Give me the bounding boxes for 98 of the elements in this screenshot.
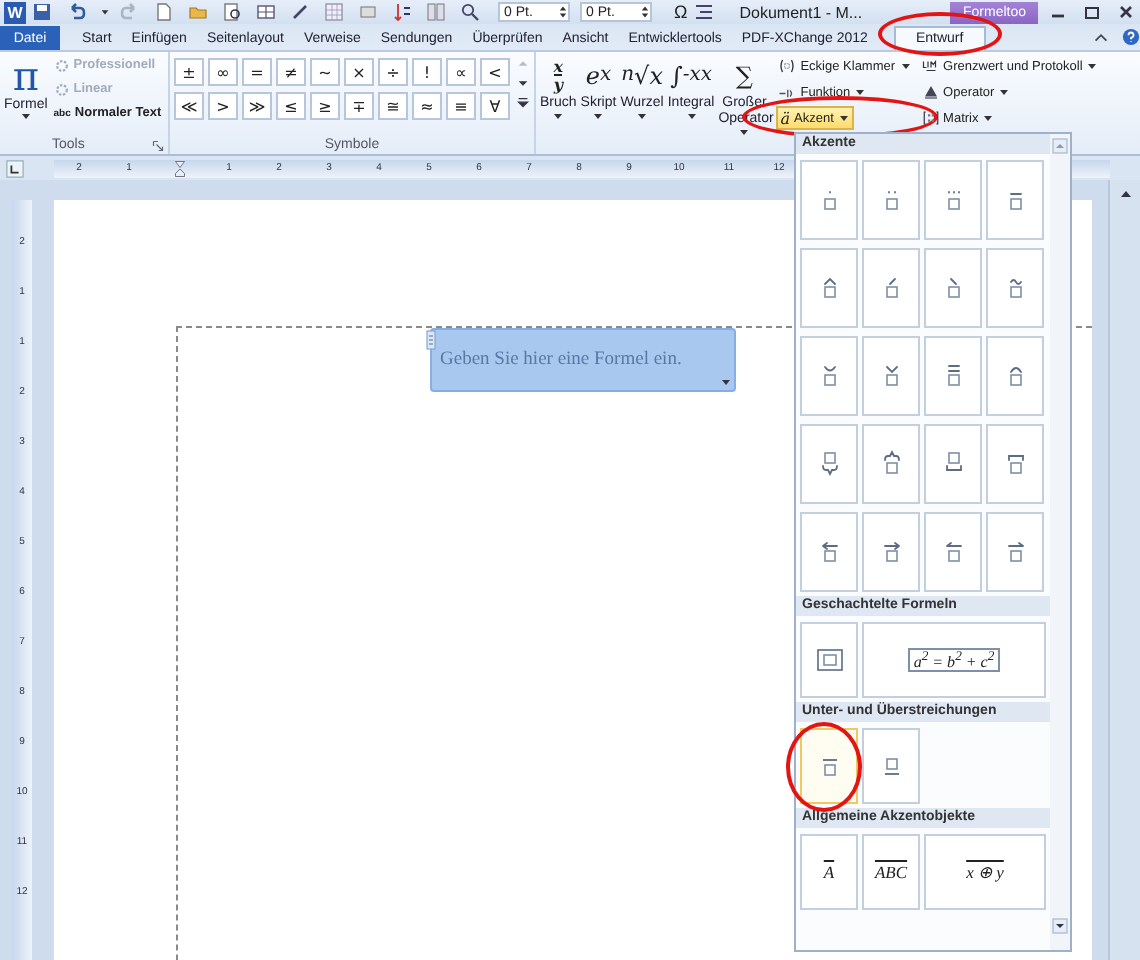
caret-icon bbox=[19, 112, 32, 120]
window-title: Dokument1 - M... bbox=[739, 3, 863, 21]
gallery-tile[interactable] bbox=[862, 424, 920, 504]
symbol-button[interactable]: ∀ bbox=[480, 92, 510, 120]
symbol-button[interactable]: ≠ bbox=[276, 58, 306, 86]
symbol-button[interactable]: ∝ bbox=[446, 58, 476, 86]
limit-icon bbox=[921, 58, 940, 74]
symbol-button[interactable]: ≥ bbox=[310, 92, 340, 120]
gallery-tile[interactable] bbox=[800, 512, 858, 592]
gallery-tile[interactable] bbox=[986, 424, 1044, 504]
symbol-button[interactable]: ≤ bbox=[276, 92, 306, 120]
zoom-icon[interactable] bbox=[460, 2, 480, 22]
gallery-tile[interactable] bbox=[800, 160, 858, 240]
indent-marker-icon[interactable] bbox=[173, 159, 185, 177]
symbol-button[interactable]: > bbox=[208, 92, 238, 120]
gallery-scrollbar[interactable] bbox=[1050, 134, 1070, 950]
grid-icon[interactable] bbox=[324, 2, 344, 22]
gallery-tile[interactable] bbox=[800, 424, 858, 504]
more-icon[interactable] bbox=[516, 94, 530, 112]
app-logo[interactable]: W bbox=[4, 1, 26, 23]
overlined-text: A bbox=[823, 862, 835, 882]
spinner-arrows-icon[interactable] bbox=[640, 4, 650, 20]
gallery-tile[interactable] bbox=[986, 248, 1044, 328]
gallery-tile[interactable] bbox=[986, 512, 1044, 592]
symbol-button[interactable]: ≡ bbox=[446, 92, 476, 120]
caret-up-icon[interactable] bbox=[1092, 28, 1110, 46]
dialog-launcher-icon[interactable] bbox=[152, 140, 164, 152]
gallery-tile[interactable] bbox=[862, 728, 920, 804]
symbol-button[interactable]: ! bbox=[412, 58, 442, 86]
symbol-button[interactable]: Ω bbox=[674, 2, 688, 22]
symbol-button[interactable]: = bbox=[242, 58, 272, 86]
gallery-tile[interactable]: ABC bbox=[862, 834, 920, 910]
caret-icon bbox=[982, 114, 995, 122]
dropdown-arrow-icon[interactable] bbox=[720, 376, 732, 388]
symbol-button[interactable]: ∓ bbox=[344, 92, 374, 120]
overlined-text: x ⊕ y bbox=[966, 862, 1004, 882]
caret-icon bbox=[738, 128, 751, 136]
symbol-button[interactable]: × bbox=[344, 58, 374, 86]
symbol-button[interactable]: ≫ bbox=[242, 92, 272, 120]
gallery-tile[interactable] bbox=[862, 248, 920, 328]
gallery-tile[interactable] bbox=[986, 160, 1044, 240]
gallery-tile[interactable] bbox=[800, 248, 858, 328]
gallery-tile[interactable] bbox=[800, 336, 858, 416]
tab-stop-icon[interactable] bbox=[6, 159, 24, 177]
formula-text: a$^{2}$ = b$^{2}$ + c$^{2}$ bbox=[907, 647, 1001, 673]
symbol-button[interactable]: ≪ bbox=[174, 92, 204, 120]
gallery-tile[interactable] bbox=[924, 512, 982, 592]
gallery-tile[interactable] bbox=[862, 160, 920, 240]
undo-icon[interactable] bbox=[66, 2, 86, 22]
gallery-tile[interactable] bbox=[924, 160, 982, 240]
symbol-button[interactable]: ≅ bbox=[378, 92, 408, 120]
frame-icon[interactable] bbox=[358, 2, 378, 22]
help-icon[interactable] bbox=[1122, 28, 1140, 46]
caret-icon bbox=[685, 112, 698, 120]
triangle-icon bbox=[921, 84, 940, 100]
gallery-tile[interactable] bbox=[924, 336, 982, 416]
symbol-button[interactable]: ≈ bbox=[412, 92, 442, 120]
gallery-tile[interactable] bbox=[862, 336, 920, 416]
matrix-icon bbox=[921, 110, 940, 126]
gallery-tile[interactable] bbox=[924, 424, 982, 504]
overlined-text: ABC bbox=[874, 862, 908, 882]
gallery-tile[interactable]: A bbox=[800, 834, 858, 910]
caret-icon bbox=[837, 114, 850, 122]
spinner-arrows-icon[interactable] bbox=[558, 4, 568, 20]
symbol-button[interactable]: ± bbox=[174, 58, 204, 86]
gallery-tile[interactable] bbox=[986, 336, 1044, 416]
print-preview-icon[interactable] bbox=[222, 2, 242, 22]
vertical-scrollbar[interactable] bbox=[1108, 180, 1140, 960]
caret-icon bbox=[592, 112, 605, 120]
symbol-button[interactable]: < bbox=[480, 58, 510, 86]
nested-box-icon bbox=[815, 648, 843, 672]
redo-icon[interactable] bbox=[120, 2, 140, 22]
scroll-up-icon[interactable] bbox=[1117, 186, 1133, 202]
caret-icon bbox=[636, 112, 649, 120]
gallery-tile[interactable] bbox=[924, 248, 982, 328]
table-icon[interactable] bbox=[256, 2, 276, 22]
symbol-button[interactable]: ∞ bbox=[208, 58, 238, 86]
bracket-icon bbox=[778, 58, 797, 74]
caret-icon bbox=[1086, 62, 1099, 70]
list-icon[interactable] bbox=[693, 2, 714, 22]
caret-icon bbox=[998, 88, 1011, 96]
function-icon bbox=[778, 84, 797, 100]
save-icon[interactable] bbox=[32, 2, 52, 22]
caret-icon bbox=[854, 88, 867, 96]
columns-icon[interactable] bbox=[426, 2, 446, 22]
symbol-button[interactable]: ~ bbox=[310, 58, 340, 86]
gallery-tile[interactable] bbox=[862, 512, 920, 592]
grip-icon[interactable] bbox=[426, 330, 436, 350]
symbol-button[interactable]: ÷ bbox=[378, 58, 408, 86]
caret-icon bbox=[899, 62, 912, 70]
caret-icon bbox=[552, 112, 565, 120]
gallery-tile[interactable]: a$^{2}$ = b$^{2}$ + c$^{2}$ bbox=[862, 622, 1046, 698]
gallery-tile[interactable] bbox=[800, 728, 858, 804]
sort-icon[interactable] bbox=[392, 2, 412, 22]
scroll-down-icon[interactable] bbox=[1052, 918, 1068, 934]
gallery-tile[interactable]: x ⊕ y bbox=[924, 834, 1046, 910]
gallery-tile[interactable] bbox=[800, 622, 858, 698]
pen-icon[interactable] bbox=[290, 2, 310, 22]
